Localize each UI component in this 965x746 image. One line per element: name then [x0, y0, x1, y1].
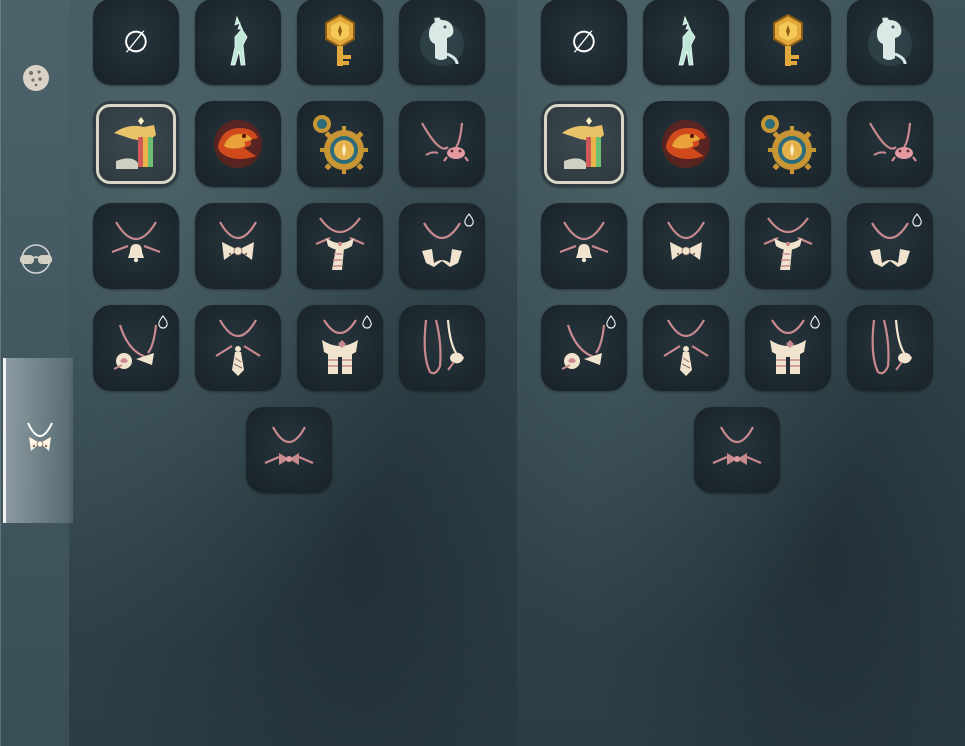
item-slot[interactable] — [93, 305, 179, 391]
svg-text:∅: ∅ — [571, 25, 597, 60]
knit-scarf-icon — [310, 316, 370, 380]
golden-key-icon — [768, 13, 808, 71]
crab-necklace-icon — [412, 119, 472, 169]
item-slot[interactable] — [399, 203, 485, 289]
rose-necklace-icon — [554, 321, 614, 375]
item-slot[interactable] — [399, 305, 485, 391]
sun-gear-icon — [308, 112, 372, 176]
item-slot[interactable] — [847, 101, 933, 187]
item-slot[interactable] — [93, 101, 179, 187]
bow-necklace-icon — [656, 216, 716, 276]
item-slot[interactable] — [643, 305, 729, 391]
golden-key-icon — [320, 13, 360, 71]
item-slot[interactable] — [399, 0, 485, 85]
long-cord-icon — [862, 316, 918, 380]
item-slot[interactable] — [297, 203, 383, 289]
category-sidebar — [0, 0, 73, 746]
rainbow-wing-icon — [556, 115, 612, 173]
item-slot[interactable] — [745, 305, 831, 391]
svg-text:∅: ∅ — [123, 25, 149, 60]
rose-necklace-icon — [106, 321, 166, 375]
item-slot[interactable]: ∅ — [93, 0, 179, 85]
item-slot[interactable] — [847, 305, 933, 391]
item-slot[interactable]: ∅ — [541, 0, 627, 85]
item-slot[interactable] — [195, 101, 281, 187]
tie-necklace-icon — [656, 316, 716, 380]
item-slot[interactable] — [195, 305, 281, 391]
crab-necklace-icon — [860, 119, 920, 169]
inventory-panel-left: ∅ — [0, 0, 517, 746]
fire-bird-icon — [210, 116, 266, 172]
glasses-icon — [18, 244, 54, 278]
sidebar-tab-glasses[interactable] — [1, 226, 70, 296]
item-slot[interactable] — [643, 0, 729, 85]
item-slot[interactable] — [297, 101, 383, 187]
item-slot[interactable] — [195, 0, 281, 85]
item-slot[interactable] — [297, 0, 383, 85]
sun-gear-icon — [756, 112, 820, 176]
bow-necklace-icon — [23, 419, 57, 463]
deer-pendant-icon — [221, 15, 255, 69]
moomin-pendant-icon — [865, 14, 915, 70]
item-slot[interactable] — [541, 305, 627, 391]
ruffle-necklace-icon — [860, 219, 920, 273]
ruffle-necklace-icon — [412, 219, 472, 273]
scarf-necklace-icon — [308, 214, 372, 278]
none-symbol-icon: ∅ — [116, 22, 156, 62]
long-cord-icon — [414, 316, 470, 380]
bell-necklace-icon — [554, 216, 614, 276]
sidebar-tab-necklace[interactable] — [3, 358, 73, 523]
moomin-pendant-icon — [417, 14, 467, 70]
deer-pendant-icon — [669, 15, 703, 69]
rainbow-wing-icon — [108, 115, 164, 173]
item-slot[interactable] — [694, 407, 780, 493]
item-slot[interactable] — [297, 305, 383, 391]
sidebar-tab-cookie[interactable] — [1, 45, 70, 115]
item-slot[interactable] — [541, 101, 627, 187]
item-slot[interactable] — [541, 203, 627, 289]
cookie-icon — [21, 63, 51, 97]
item-slot[interactable] — [745, 203, 831, 289]
fire-bird-icon — [658, 116, 714, 172]
item-slot[interactable] — [745, 101, 831, 187]
small-bow-necklace-icon — [707, 423, 767, 477]
item-slot[interactable] — [246, 407, 332, 493]
bow-necklace-icon — [208, 216, 268, 276]
item-slot[interactable] — [195, 203, 281, 289]
item-slot[interactable] — [847, 203, 933, 289]
item-slot[interactable] — [745, 0, 831, 85]
knit-scarf-icon — [758, 316, 818, 380]
none-symbol-icon: ∅ — [564, 22, 604, 62]
item-slot[interactable] — [643, 101, 729, 187]
item-slot[interactable] — [399, 101, 485, 187]
inventory-panel-right: ∅ — [517, 0, 965, 746]
small-bow-necklace-icon — [259, 423, 319, 477]
scarf-necklace-icon — [756, 214, 820, 278]
item-slot[interactable] — [93, 203, 179, 289]
item-slot[interactable] — [847, 0, 933, 85]
item-slot[interactable] — [643, 203, 729, 289]
bell-necklace-icon — [106, 216, 166, 276]
tie-necklace-icon — [208, 316, 268, 380]
